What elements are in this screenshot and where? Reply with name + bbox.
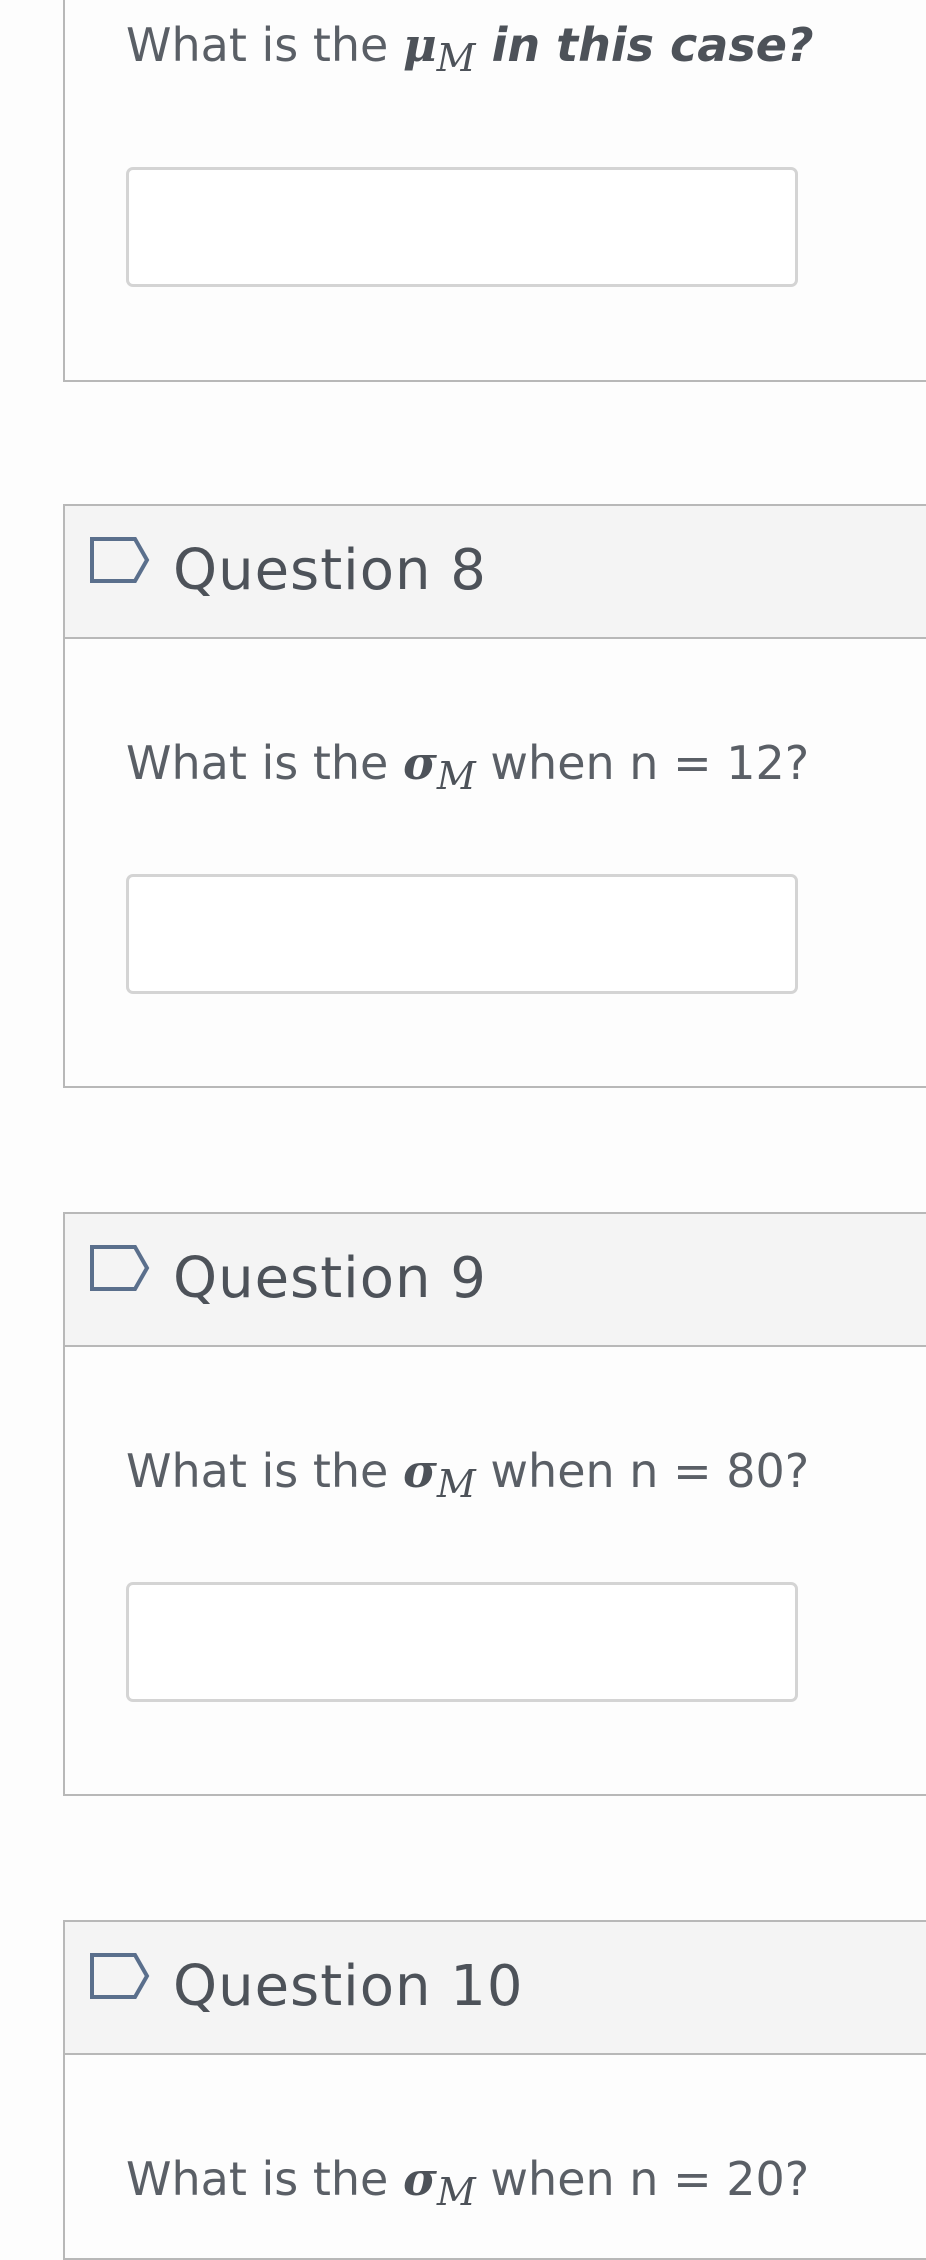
math-symbol: σ [402, 1444, 437, 1498]
question-9-text: What is the σM when n = 80? [126, 1444, 809, 1506]
flag-outline-icon[interactable] [89, 1952, 151, 2000]
question-7-card: What is the μM in this case? [63, 0, 926, 382]
question-9-header: Question 9 [65, 1214, 926, 1347]
math-subscript: M [436, 754, 476, 798]
mu-m-symbol: μM [402, 18, 476, 80]
math-subscript: M [436, 36, 476, 80]
question-10-title: Question 10 [173, 1954, 524, 2019]
sigma-m-symbol: σM [402, 1444, 476, 1506]
question-9-title: Question 9 [173, 1246, 487, 1311]
question-8-answer-input[interactable] [126, 874, 798, 994]
math-symbol: μ [402, 18, 437, 72]
question-9-answer-input[interactable] [126, 1582, 798, 1702]
question-10-card: Question 10 What is the σM when n = 20? [63, 1920, 926, 2260]
question-9-text-prefix: What is the [126, 1444, 403, 1498]
question-8-card: Question 8 What is the σM when n = 12? [63, 504, 926, 1088]
math-subscript: M [436, 1462, 476, 1506]
question-8-text-suffix: when n = 12? [475, 736, 810, 790]
question-8-text-prefix: What is the [126, 736, 403, 790]
flag-outline-icon[interactable] [89, 1244, 151, 1292]
question-10-text: What is the σM when n = 20? [126, 2152, 809, 2214]
math-subscript: M [436, 2170, 476, 2214]
question-8-title: Question 8 [173, 538, 487, 603]
math-symbol: σ [402, 2152, 437, 2206]
flag-outline-icon[interactable] [89, 536, 151, 584]
question-8-text: What is the σM when n = 12? [126, 736, 809, 798]
question-7-text: What is the μM in this case? [126, 18, 814, 80]
question-7-text-suffix: in this case? [475, 18, 814, 72]
question-7-answer-input[interactable] [126, 167, 798, 287]
question-10-text-prefix: What is the [126, 2152, 403, 2206]
sigma-m-symbol: σM [402, 736, 476, 798]
question-7-text-prefix: What is the [126, 18, 403, 72]
question-9-text-suffix: when n = 80? [475, 1444, 810, 1498]
question-10-header: Question 10 [65, 1922, 926, 2055]
question-10-text-suffix: when n = 20? [475, 2152, 810, 2206]
question-9-card: Question 9 What is the σM when n = 80? [63, 1212, 926, 1796]
sigma-m-symbol: σM [402, 2152, 476, 2214]
question-8-header: Question 8 [65, 506, 926, 639]
math-symbol: σ [402, 736, 437, 790]
